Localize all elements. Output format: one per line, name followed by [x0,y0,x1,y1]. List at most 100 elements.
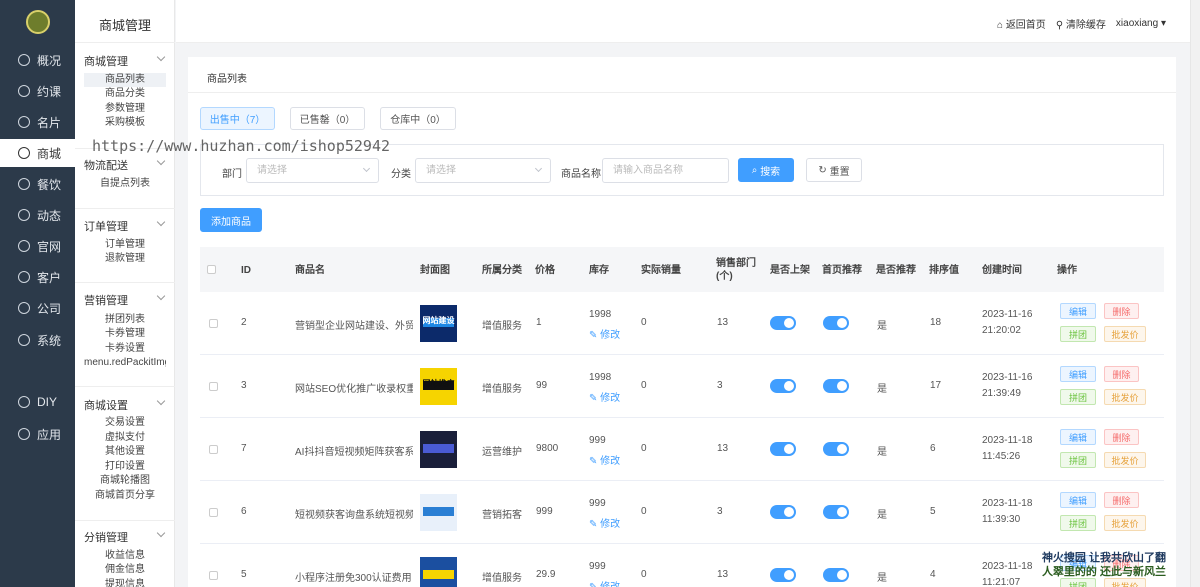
row-checkbox[interactable] [209,508,218,517]
on-shelf-toggle[interactable] [770,568,796,582]
nav-item-6[interactable]: 官网 [0,232,75,260]
nav-item-label: DIY [37,395,58,409]
cover-thumbnail[interactable]: 网站建设 [420,305,457,342]
edit-stock-link[interactable]: ✎ 修改 [589,452,620,467]
menu-item[interactable]: 自提点列表 [84,177,166,191]
edit-stock-link[interactable]: ✎ 修改 [589,326,620,341]
delete-button[interactable]: 删除 [1104,303,1139,319]
menu-item[interactable]: 退款管理 [84,252,166,266]
nav-item-5[interactable]: 动态 [0,201,75,229]
edit-stock-link[interactable]: ✎ 修改 [589,578,620,587]
group-buy-button[interactable]: 拼团 [1060,452,1096,468]
menu-item[interactable]: 商品分类 [84,87,166,101]
home-recommend-toggle[interactable] [823,568,849,582]
menu-group-title[interactable]: 商城管理 [84,53,166,69]
group-buy-button[interactable]: 拼团 [1060,326,1096,342]
search-button[interactable]: ⌕ 搜索 [738,158,794,182]
home-recommend-toggle[interactable] [823,379,849,393]
row-checkbox[interactable] [209,382,218,391]
nav-item-8[interactable]: 公司 [0,294,75,322]
menu-item[interactable]: 佣金信息 [84,563,166,577]
row-checkbox[interactable] [209,571,218,580]
tab-on-sale[interactable]: 出售中（7） [200,107,275,130]
dept-select[interactable]: 请选择 [246,158,379,183]
cover-thumbnail[interactable] [420,494,457,531]
nav-item-0[interactable]: 概况 [0,46,75,74]
home-recommend-toggle[interactable] [823,316,849,330]
menu-item[interactable]: 拼团列表 [84,313,166,327]
nav-item-9[interactable]: 系统 [0,326,75,354]
pencil-icon: ✎ [589,519,598,530]
reset-button[interactable]: ↻ 重置 [806,158,862,182]
row-depts: 3 [717,506,723,517]
menu-group-title[interactable]: 物流配送 [84,157,166,173]
menu-item[interactable]: 卡券管理 [84,327,166,341]
nav-item-11[interactable]: 应用 [0,420,75,448]
delete-button[interactable]: 删除 [1104,429,1139,445]
menu-item[interactable]: 其他设置 [84,445,166,459]
menu-item[interactable]: 卡券设置 [84,342,166,356]
on-shelf-toggle[interactable] [770,316,796,330]
home-recommend-toggle[interactable] [823,505,849,519]
menu-item[interactable]: 打印设置 [84,460,166,474]
nav-item-1[interactable]: 约课 [0,77,75,105]
delete-button[interactable]: 删除 [1104,366,1139,382]
category-select[interactable]: 请选择 [415,158,551,183]
clear-cache-link[interactable]: ⚲ 清除缓存 [1056,16,1106,31]
edit-stock-link[interactable]: ✎ 修改 [589,515,620,530]
delete-button[interactable]: 删除 [1104,492,1139,508]
menu-group-title[interactable]: 营销管理 [84,292,166,308]
nav-item-4[interactable]: 餐饮 [0,170,75,198]
menu-item[interactable]: 商城轮播图 [84,474,166,488]
wholesale-price-button[interactable]: 批发价 [1104,515,1146,531]
add-product-button[interactable]: 添加商品 [200,208,262,232]
row-checkbox[interactable] [209,319,218,328]
edit-button[interactable]: 编辑 [1060,366,1096,382]
nav-item-2[interactable]: 名片 [0,108,75,136]
on-shelf-toggle[interactable] [770,505,796,519]
cover-thumbnail[interactable]: 网站推广 [420,368,457,405]
group-buy-button[interactable]: 拼团 [1060,578,1096,587]
menu-item[interactable]: 参数管理 [84,102,166,116]
wholesale-price-button[interactable]: 批发价 [1104,326,1146,342]
scrollbar[interactable] [1190,0,1200,587]
edit-button[interactable]: 编辑 [1060,429,1096,445]
menu-item[interactable]: 收益信息 [84,549,166,563]
on-shelf-toggle[interactable] [770,442,796,456]
menu-item[interactable]: 虚拟支付 [84,431,166,445]
user-menu[interactable]: xiaoxiang ▾ [1116,18,1166,29]
row-checkbox[interactable] [209,445,218,454]
menu-item[interactable]: 交易设置 [84,416,166,430]
edit-stock-link[interactable]: ✎ 修改 [589,389,620,404]
menu-item[interactable]: menu.redPackitImgSet [84,356,166,370]
menu-group-title[interactable]: 分销管理 [84,529,166,545]
tab-sold-out[interactable]: 已售罄（0） [290,107,365,130]
cover-thumbnail[interactable] [420,431,457,468]
nav-item-10[interactable]: DIY [0,388,75,416]
product-name-input[interactable]: 请输入商品名称 [602,158,729,183]
nav-item-7[interactable]: 客户 [0,263,75,291]
edit-button[interactable]: 编辑 [1060,303,1096,319]
nav-item-3[interactable]: 商城 [0,139,75,167]
menu-item[interactable]: 商品列表 [84,73,166,87]
row-sales: 0 [641,569,647,580]
on-shelf-toggle[interactable] [770,379,796,393]
menu-item[interactable]: 订单管理 [84,238,166,252]
wholesale-price-button[interactable]: 批发价 [1104,452,1146,468]
edit-button[interactable]: 编辑 [1060,492,1096,508]
menu-group-title[interactable]: 商城设置 [84,397,166,413]
wholesale-price-button[interactable]: 批发价 [1104,389,1146,405]
group-buy-button[interactable]: 拼团 [1060,389,1096,405]
menu-item[interactable]: 采购模板 [84,116,166,130]
cover-thumbnail[interactable] [420,557,457,587]
menu-group-title[interactable]: 订单管理 [84,218,166,234]
group-buy-button[interactable]: 拼团 [1060,515,1096,531]
home-recommend-toggle[interactable] [823,442,849,456]
home-link[interactable]: ⌂ 返回首页 [997,16,1046,31]
wholesale-price-button[interactable]: 批发价 [1104,578,1146,587]
menu-item[interactable]: 商城首页分享 [84,489,166,503]
row-date: 2023-11-18 [982,561,1033,572]
menu-item[interactable]: 提现信息 [84,578,166,587]
select-all-checkbox[interactable] [207,265,216,274]
tab-warehouse[interactable]: 仓库中（0） [380,107,456,130]
